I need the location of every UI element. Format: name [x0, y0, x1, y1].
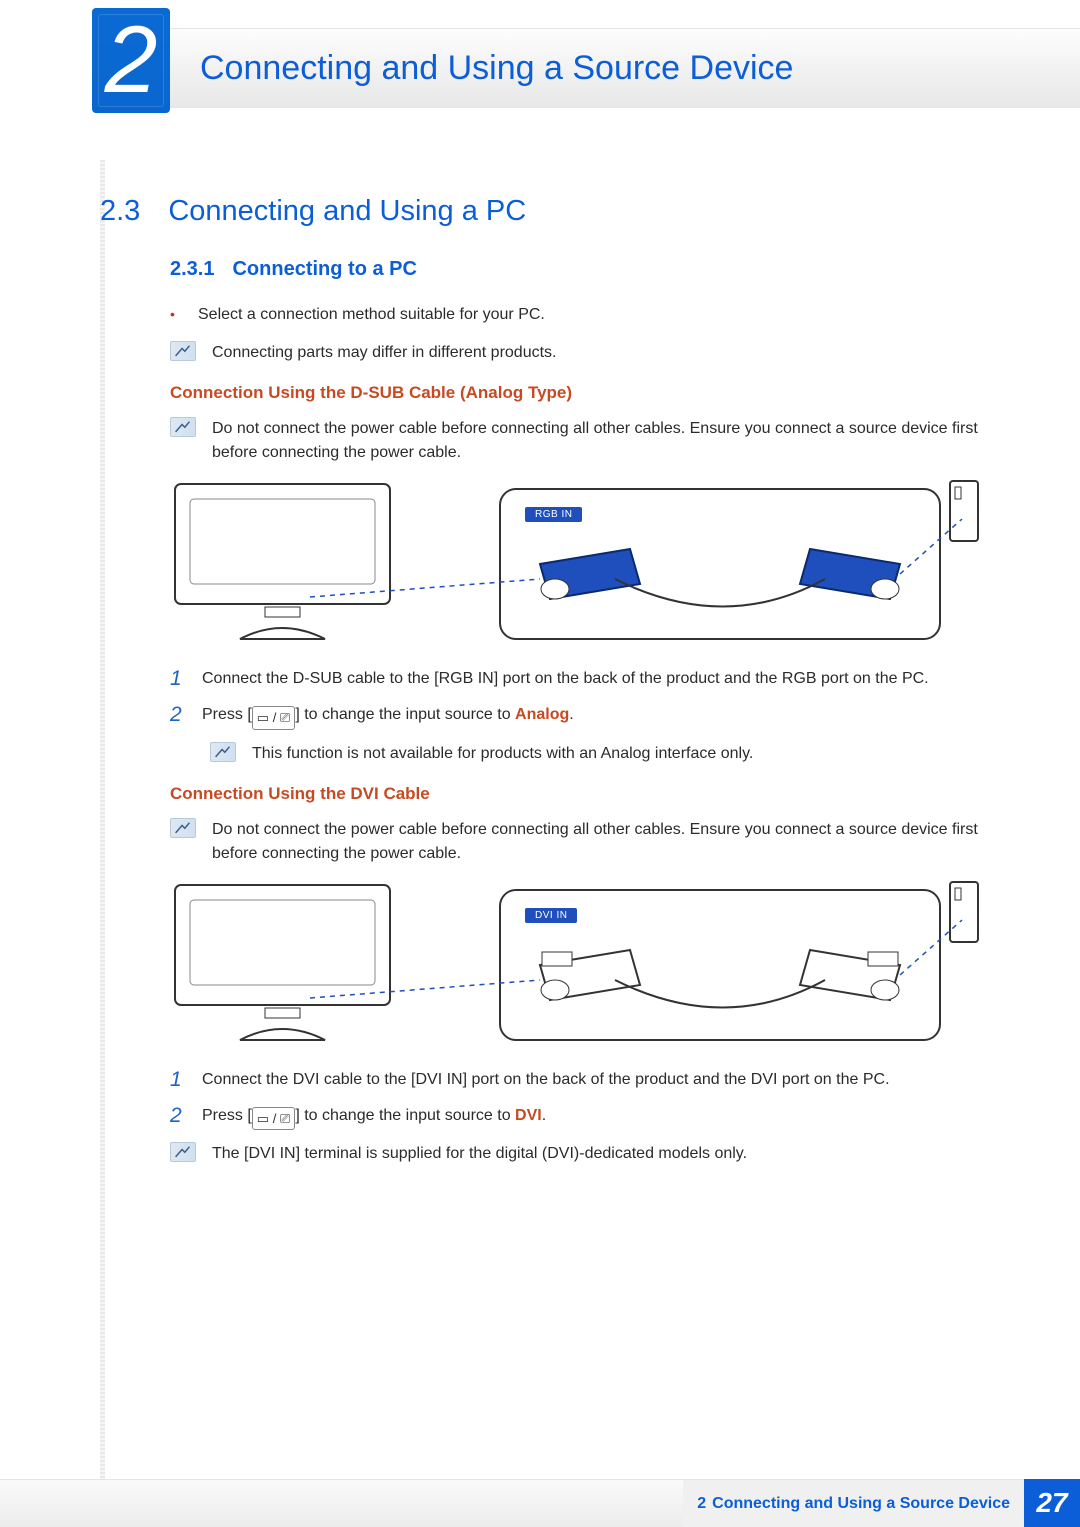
dsub-step2-text: Press [▭ / ⎚] to change the input source… — [202, 703, 574, 730]
dvi-port-label: DVI IN — [525, 908, 577, 923]
dsub-warning: Do not connect the power cable before co… — [170, 417, 980, 465]
subsection-title: Connecting to a PC — [232, 258, 416, 281]
note-icon — [170, 818, 196, 838]
note-icon — [170, 341, 196, 361]
chapter-title: Connecting and Using a Source Device — [200, 49, 793, 88]
footer-page-number: 27 — [1024, 1479, 1080, 1527]
subsection-heading: 2.3.1 Connecting to a PC — [170, 258, 980, 281]
dsub-step-1: 1 Connect the D-SUB cable to the [RGB IN… — [170, 667, 980, 691]
dvi-step-1: 1 Connect the DVI cable to the [DVI IN] … — [170, 1068, 980, 1092]
footer-filler — [0, 1479, 683, 1527]
dsub-port-label: RGB IN — [525, 507, 582, 522]
step-number: 1 — [170, 667, 184, 690]
intro-note: Connecting parts may differ in different… — [170, 341, 980, 365]
intro-note-text: Connecting parts may differ in different… — [212, 341, 556, 365]
intro-bullet-text: Select a connection method suitable for … — [198, 303, 545, 327]
mode-analog: Analog — [515, 706, 569, 723]
dvi-step2-text: Press [▭ / ⎚] to change the input source… — [202, 1104, 546, 1131]
subsection-number: 2.3.1 — [170, 258, 214, 281]
source-button-icon: ▭ / ⎚ — [252, 1107, 296, 1131]
bullet-icon: • — [170, 303, 182, 325]
dvi-footnote-text: The [DVI IN] terminal is supplied for th… — [212, 1142, 747, 1166]
chapter-header: Connecting and Using a Source Device — [100, 28, 1080, 108]
dsub-step-2: 2 Press [▭ / ⎚] to change the input sour… — [170, 703, 980, 730]
dsub-warning-text: Do not connect the power cable before co… — [212, 417, 980, 465]
dvi-warning-text: Do not connect the power cable before co… — [212, 818, 980, 866]
page-footer: 2 Connecting and Using a Source Device 2… — [0, 1479, 1080, 1527]
footer-chapter-title: Connecting and Using a Source Device — [712, 1495, 1010, 1513]
dvi-footnote: The [DVI IN] terminal is supplied for th… — [170, 1142, 980, 1166]
dsub-step1-text: Connect the D-SUB cable to the [RGB IN] … — [202, 667, 929, 691]
note-icon — [170, 1142, 196, 1162]
footer-chapter: 2 Connecting and Using a Source Device — [683, 1479, 1024, 1527]
step-number: 2 — [170, 703, 184, 726]
dvi-step-2: 2 Press [▭ / ⎚] to change the input sour… — [170, 1104, 980, 1131]
dsub-diagram: RGB IN — [170, 479, 980, 649]
dvi-warning: Do not connect the power cable before co… — [170, 818, 980, 866]
step-number: 2 — [170, 1104, 184, 1127]
section-title: Connecting and Using a PC — [168, 195, 526, 228]
dsub-footnote-text: This function is not available for produ… — [252, 742, 753, 766]
dsub-footnote: This function is not available for produ… — [210, 742, 980, 766]
intro-bullet: • Select a connection method suitable fo… — [170, 303, 980, 327]
source-button-icon: ▭ / ⎚ — [252, 706, 296, 730]
note-icon — [210, 742, 236, 762]
page-content: 2.3 Connecting and Using a PC 2.3.1 Conn… — [100, 195, 980, 1180]
step-number: 1 — [170, 1068, 184, 1091]
section-heading: 2.3 Connecting and Using a PC — [100, 195, 980, 228]
chapter-number-badge: 2 — [92, 8, 170, 113]
dvi-diagram: DVI IN — [170, 880, 980, 1050]
footer-chapter-number: 2 — [697, 1495, 706, 1513]
dvi-heading: Connection Using the DVI Cable — [170, 784, 980, 804]
dvi-step1-text: Connect the DVI cable to the [DVI IN] po… — [202, 1068, 890, 1092]
note-icon — [170, 417, 196, 437]
dsub-heading: Connection Using the D-SUB Cable (Analog… — [170, 383, 980, 403]
section-number: 2.3 — [100, 195, 140, 228]
mode-dvi: DVI — [515, 1107, 542, 1124]
